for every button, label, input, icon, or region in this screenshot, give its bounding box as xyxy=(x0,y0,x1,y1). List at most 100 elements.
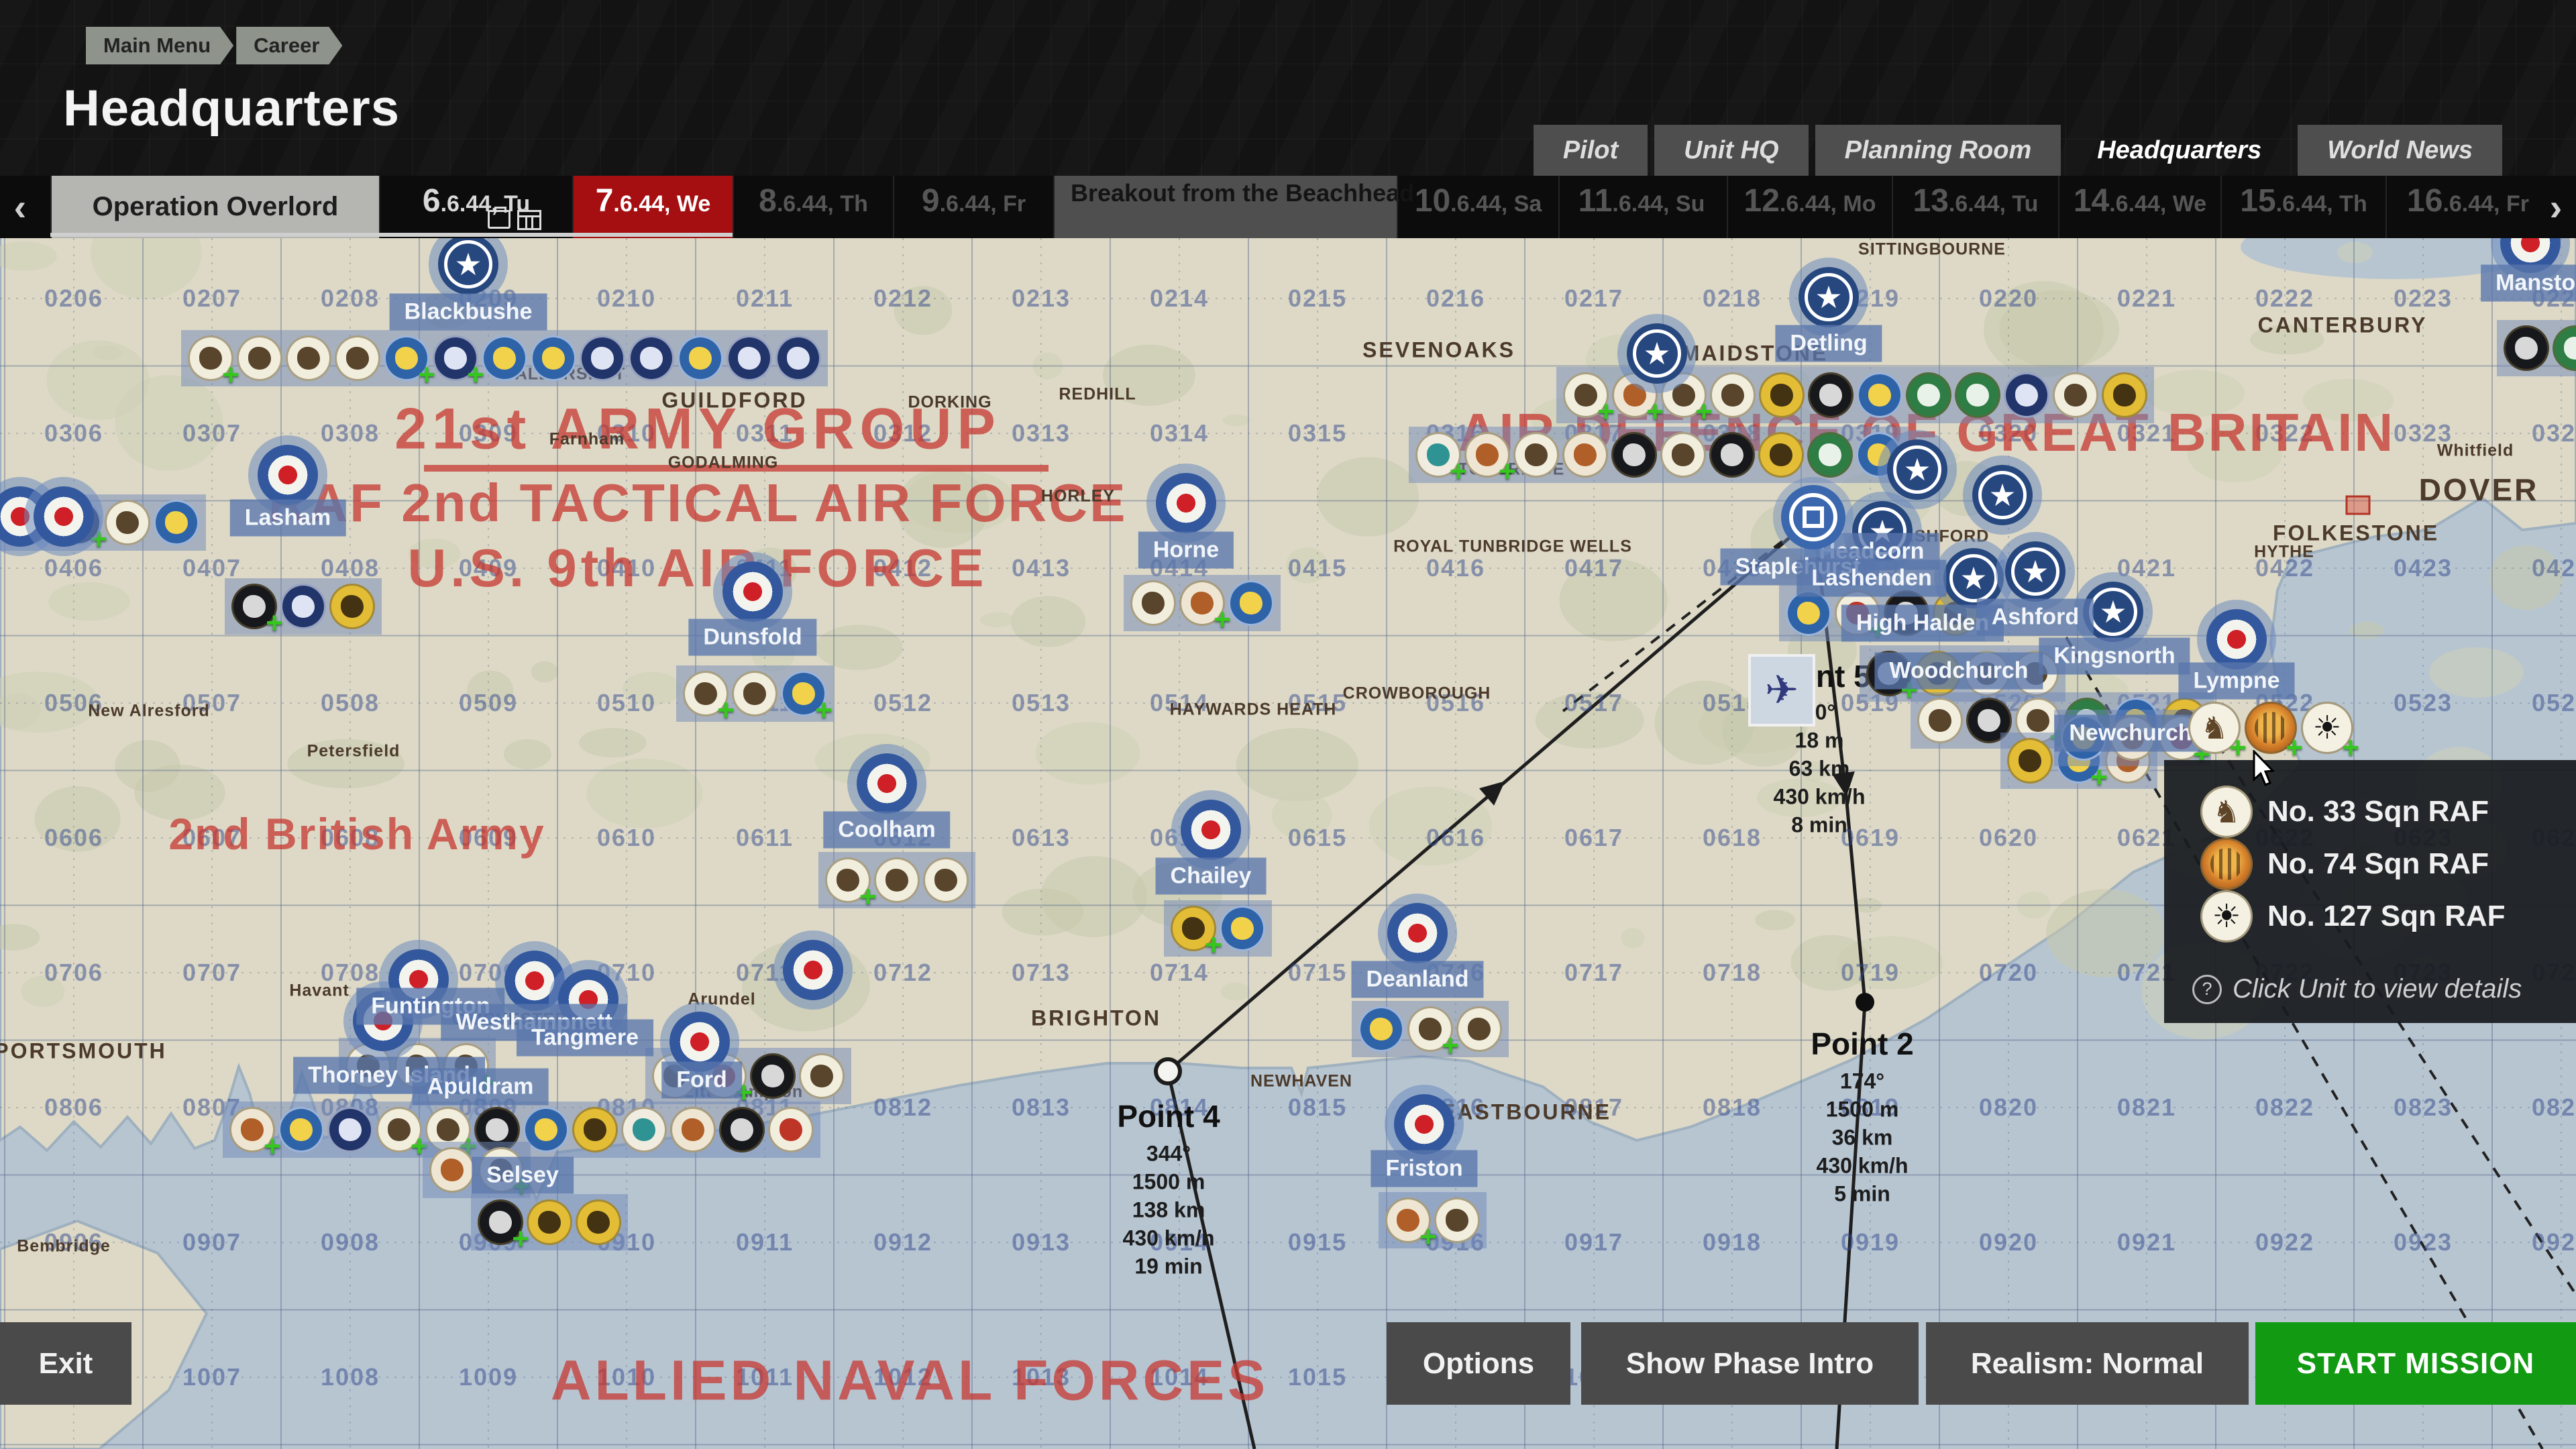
squadron-emblem[interactable] xyxy=(1358,1006,1404,1052)
squadron-emblem[interactable] xyxy=(2053,372,2098,418)
squadron-emblem[interactable]: + xyxy=(781,671,826,716)
airfield-label-lympne[interactable]: Lympne xyxy=(2178,663,2294,700)
roundel-raf[interactable] xyxy=(1146,464,1226,543)
airfield-label-lasham[interactable]: Lasham xyxy=(230,500,346,537)
squadron-emblem[interactable] xyxy=(327,1107,373,1152)
roundel-raf[interactable] xyxy=(24,477,103,556)
squadron-emblem[interactable]: + xyxy=(1171,906,1216,951)
squadron-emblem[interactable]: + xyxy=(231,584,277,629)
airfield-label-chailey[interactable]: Chailey xyxy=(1156,858,1267,895)
spider-emblem[interactable]: ☀+ xyxy=(2301,702,2353,754)
squadron-emblem[interactable] xyxy=(105,500,150,545)
squadron-emblem[interactable] xyxy=(1955,372,2000,418)
squadron-emblem[interactable] xyxy=(531,335,576,381)
squadron-emblem[interactable] xyxy=(923,857,969,903)
airfield-label-dunsfold[interactable]: Dunsfold xyxy=(688,619,816,656)
airfield-label-blackbushe[interactable]: Blackbushe xyxy=(390,294,547,331)
squadron-emblem[interactable] xyxy=(775,335,821,381)
start-mission-button[interactable]: START MISSION xyxy=(2255,1322,2576,1405)
squadron-emblem[interactable] xyxy=(1759,372,1805,418)
date-tab-9-6-44-fr[interactable]: 9.6.44, Fr xyxy=(893,176,1053,238)
squadron-emblem[interactable]: + xyxy=(1563,372,1609,418)
squadron-emblem[interactable] xyxy=(1786,590,1831,636)
airfield-label-ashford[interactable]: Ashford xyxy=(1977,599,2094,636)
squadron-emblem[interactable] xyxy=(1434,1197,1480,1243)
squadron-emblem[interactable] xyxy=(1611,432,1657,478)
breadcrumb-career[interactable]: Career xyxy=(236,27,342,64)
airfield-label-kingsnorth[interactable]: Kingsnorth xyxy=(2039,638,2190,675)
date-tab-breakout-from-the-beachhead[interactable]: Breakout from the Beachhead xyxy=(1053,176,1397,238)
squadron-emblem[interactable] xyxy=(1758,432,1804,478)
show-phase-intro-button[interactable]: Show Phase Intro xyxy=(1581,1322,1919,1405)
squadron-emblem[interactable]: + xyxy=(1179,580,1225,626)
squadron-emblem[interactable] xyxy=(1456,1006,1502,1052)
squadron-emblem[interactable] xyxy=(768,1107,814,1152)
tab-headquarters[interactable]: Headquarters xyxy=(2068,125,2291,176)
waypoint-dot-marker[interactable] xyxy=(1856,993,1874,1012)
squadron-emblem[interactable] xyxy=(286,335,331,381)
squadron-emblem[interactable] xyxy=(2004,372,2049,418)
squadron-emblem[interactable]: + xyxy=(384,335,429,381)
squadron-emblem[interactable]: + xyxy=(229,1107,275,1152)
squadron-emblem[interactable] xyxy=(727,335,772,381)
squadron-emblem[interactable] xyxy=(527,1199,572,1245)
tooltip-unit-no-74-sqn-raf[interactable]: No. 74 Sqn RAF xyxy=(2200,839,2489,889)
squadron-emblem[interactable] xyxy=(1917,698,1963,743)
squadron-emblem[interactable] xyxy=(750,1053,796,1099)
squadron-emblem[interactable] xyxy=(2553,325,2576,371)
squadron-emblem[interactable] xyxy=(629,335,674,381)
squadron-emblem[interactable]: + xyxy=(683,671,729,716)
airfield-label-manston[interactable]: Manston xyxy=(2481,265,2576,302)
squadron-emblem[interactable] xyxy=(576,1199,621,1245)
tab-world-news[interactable]: World News xyxy=(2298,125,2502,176)
selected-waypoint-marker[interactable] xyxy=(1781,485,1845,549)
squadron-emblem[interactable] xyxy=(1906,372,1951,418)
squadron-emblem[interactable] xyxy=(1709,432,1755,478)
tab-pilot[interactable]: Pilot xyxy=(1534,125,1648,176)
squadron-emblem[interactable] xyxy=(329,584,375,629)
airfield-label-apuldram[interactable]: Apuldram xyxy=(413,1069,549,1106)
squadron-emblem[interactable] xyxy=(580,335,625,381)
squadron-emblem[interactable]: + xyxy=(376,1107,422,1152)
squadron-emblem[interactable] xyxy=(429,1147,475,1193)
squadron-emblem[interactable] xyxy=(154,500,199,545)
squadron-emblem[interactable] xyxy=(678,335,723,381)
tab-unit-hq[interactable]: Unit HQ xyxy=(1654,125,1808,176)
waypoint-circle-marker[interactable] xyxy=(1154,1057,1182,1085)
squadron-emblem[interactable] xyxy=(278,1107,324,1152)
squadron-emblem[interactable] xyxy=(799,1053,845,1099)
squadron-emblem[interactable]: + xyxy=(1385,1197,1431,1243)
squadron-emblem[interactable] xyxy=(1660,432,1706,478)
squadron-emblem[interactable] xyxy=(670,1107,716,1152)
airfield-label-ford[interactable]: Ford xyxy=(661,1062,742,1099)
date-tab-14-6-44-we[interactable]: 14.6.44, We xyxy=(2058,176,2220,238)
squadron-emblem[interactable] xyxy=(1513,432,1559,478)
squadron-emblem[interactable] xyxy=(1807,432,1853,478)
airfield-label-selsey[interactable]: Selsey xyxy=(472,1157,574,1194)
squadron-emblem[interactable] xyxy=(482,335,527,381)
tooltip-unit-no-127-sqn-raf[interactable]: ☀No. 127 Sqn RAF xyxy=(2200,892,2506,941)
squadron-emblem[interactable] xyxy=(237,335,282,381)
squadron-emblem[interactable]: + xyxy=(188,335,233,381)
date-tab-10-6-44-sa[interactable]: 10.6.44, Sa xyxy=(1397,176,1558,238)
squadron-emblem[interactable] xyxy=(1562,432,1608,478)
options-button[interactable]: Options xyxy=(1387,1322,1570,1405)
airfield-label-deanland[interactable]: Deanland xyxy=(1351,961,1483,998)
airfield-label-lashenden[interactable]: Lashenden xyxy=(1796,560,1946,597)
squadron-emblem[interactable] xyxy=(1710,372,1756,418)
date-tab-15-6-44-th[interactable]: 15.6.44, Th xyxy=(2220,176,2385,238)
squadron-emblem[interactable] xyxy=(732,671,777,716)
date-tab-operation-overlord[interactable]: Operation Overlord xyxy=(50,176,379,238)
squadron-emblem[interactable] xyxy=(1857,372,1902,418)
squadron-emblem[interactable]: + xyxy=(433,335,478,381)
squadron-emblem[interactable] xyxy=(572,1107,618,1152)
roundel-us[interactable]: ★ xyxy=(1963,455,2042,535)
date-tab-6-6-44-tu[interactable]: 6.6.44, Tu xyxy=(379,176,572,238)
airfield-label-newchurch[interactable]: Newchurch xyxy=(2054,715,2206,752)
squadron-emblem[interactable] xyxy=(1220,906,1265,951)
squadron-emblem[interactable] xyxy=(280,584,326,629)
squadron-emblem[interactable] xyxy=(719,1107,765,1152)
squadron-emblem[interactable]: + xyxy=(1464,432,1510,478)
prev-day-chevron-icon[interactable]: ‹ xyxy=(0,176,40,238)
realism-normal-button[interactable]: Realism: Normal xyxy=(1926,1322,2249,1405)
